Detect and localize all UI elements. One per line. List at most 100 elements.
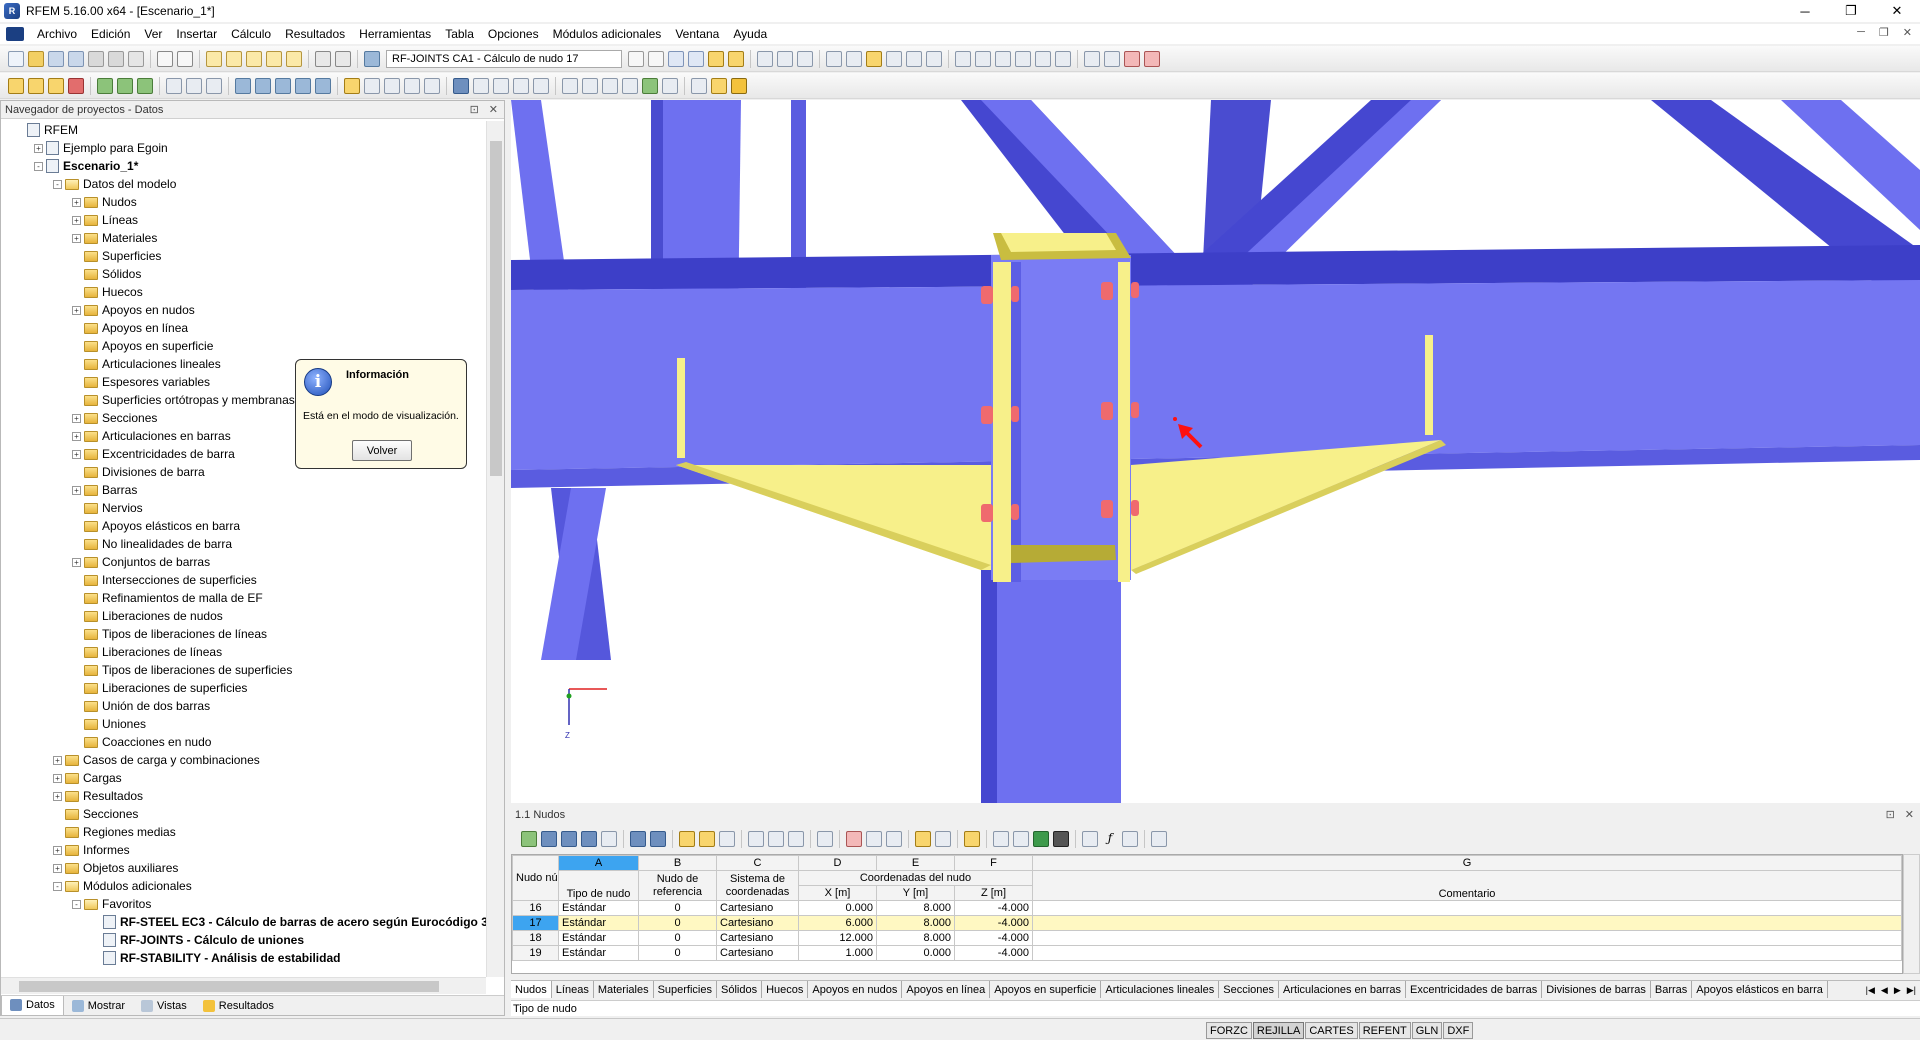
tree-item[interactable]: + Conjuntos de barras (1, 553, 486, 571)
status-toggle-button[interactable]: REFENT (1358, 1022, 1411, 1039)
tool-icon-3[interactable] (995, 50, 1011, 67)
tree-item[interactable]: Superficies (1, 247, 486, 265)
view-icon-2[interactable] (777, 50, 793, 67)
table-column-icon[interactable] (915, 831, 931, 847)
view-icon-1[interactable] (757, 50, 773, 67)
panel-icon[interactable] (315, 50, 331, 67)
table-tab[interactable]: Articulaciones en barras (1279, 981, 1407, 998)
model-icon-3[interactable] (886, 50, 902, 67)
tree-item[interactable]: RF-STABILITY - Análisis de estabilidad (1, 949, 486, 967)
table-print-icon[interactable] (993, 831, 1009, 847)
menu-resultados[interactable]: Resultados (278, 27, 352, 41)
show-results-icon[interactable] (708, 50, 724, 67)
line-icon[interactable] (28, 77, 44, 94)
table-row[interactable]: 17 Estándar 0 Cartesiano 6.000 8.000 -4.000 (512, 915, 1902, 931)
tree-item[interactable]: RFEM (1, 121, 486, 139)
column-letter-b[interactable]: B (638, 855, 717, 871)
cell-x[interactable]: 6.000 (798, 915, 877, 931)
table-fx-icon[interactable] (1122, 831, 1138, 847)
module-case-select[interactable]: RF-JOINTS CA1 - Cálculo de nudo 17 (386, 49, 622, 68)
collapse-icon[interactable]: - (34, 161, 43, 171)
misc-icon-5[interactable] (642, 77, 658, 94)
cell-ref[interactable]: 0 (638, 945, 717, 961)
table-tab[interactable]: Apoyos en línea (902, 981, 991, 998)
tree-item[interactable]: Apoyos elásticos en barra (1, 517, 486, 535)
model-icon-1[interactable] (826, 50, 842, 67)
tree-item[interactable]: - Escenario_1* (1, 157, 486, 175)
table-tab[interactable]: Apoyos en superficie (990, 981, 1102, 998)
menu-edicion[interactable]: Edición (84, 27, 137, 41)
tool-icon-7[interactable] (1084, 50, 1100, 67)
cell-y[interactable]: 0.000 (876, 945, 955, 961)
tree-item[interactable]: + Líneas (1, 211, 486, 229)
cell-sys[interactable]: Cartesiano (716, 915, 799, 931)
tree-item[interactable]: + Cargas (1, 769, 486, 787)
expand-icon[interactable]: + (53, 863, 62, 873)
table-view-icon[interactable] (601, 831, 617, 847)
redo-icon[interactable] (177, 50, 193, 67)
mdi-minimize-button[interactable]: ─ (1857, 26, 1865, 39)
tree-item[interactable]: + Ejemplo para Egoin (1, 139, 486, 157)
cell-y[interactable]: 8.000 (876, 900, 955, 916)
tree-item[interactable]: Secciones (1, 805, 486, 823)
excel-icon[interactable] (1033, 831, 1049, 847)
lock-icon[interactable] (1151, 831, 1167, 847)
cell-comment[interactable] (1032, 945, 1902, 961)
tree-item[interactable]: - Favoritos (1, 895, 486, 913)
mdi-close-button[interactable]: ✕ (1903, 26, 1912, 39)
tree-item[interactable]: No linealidades de barra (1, 535, 486, 553)
tool-icon-2[interactable] (975, 50, 991, 67)
menu-ayuda[interactable]: Ayuda (726, 27, 774, 41)
line-support-icon[interactable] (117, 77, 133, 94)
table-tab[interactable]: Articulaciones lineales (1101, 981, 1220, 998)
table-tab[interactable]: Apoyos elásticos en barra (1692, 981, 1828, 998)
tab-next-icon[interactable]: ▶ (1894, 985, 1901, 996)
menu-ver[interactable]: Ver (137, 27, 169, 41)
save-icon[interactable] (68, 50, 84, 67)
table-format-icon[interactable] (1082, 831, 1098, 847)
joint-3d-render[interactable]: Z (511, 100, 1920, 803)
table-calc-icon[interactable] (1053, 831, 1069, 847)
expand-icon[interactable]: + (72, 215, 81, 225)
table-export-icon[interactable] (581, 831, 597, 847)
tab-prev-icon[interactable]: ◀ (1881, 985, 1888, 996)
status-toggle-button[interactable]: GLN (1411, 1022, 1443, 1039)
cell-sys[interactable]: Cartesiano (716, 945, 799, 961)
tree-item[interactable]: Sólidos (1, 265, 486, 283)
tree-item[interactable]: + Barras (1, 481, 486, 499)
cell-z[interactable]: -4.000 (954, 930, 1033, 946)
column-letter-g[interactable]: G (1032, 855, 1902, 871)
table-edit-icon[interactable] (964, 831, 980, 847)
calculate-icon[interactable] (668, 50, 684, 67)
expand-icon[interactable]: + (72, 305, 81, 315)
table-tab[interactable]: Apoyos en nudos (808, 981, 903, 998)
module-icon[interactable] (364, 50, 380, 67)
opening-icon[interactable] (295, 77, 311, 94)
tree-item[interactable]: Liberaciones de superficies (1, 679, 486, 697)
tree-item[interactable]: + Objetos auxiliares (1, 859, 486, 877)
misc-icon-8[interactable] (711, 77, 727, 94)
column-letter-e[interactable]: E (876, 855, 955, 871)
status-toggle-button[interactable]: DXF (1443, 1022, 1474, 1039)
tab-first-icon[interactable]: |◀ (1866, 985, 1875, 996)
cell-no[interactable]: 19 (512, 945, 559, 961)
table-clear-icon[interactable] (817, 831, 833, 847)
cell-x[interactable]: 1.000 (798, 945, 877, 961)
rfem-logo-icon[interactable]: R (4, 3, 20, 19)
tool-icon-5[interactable] (1035, 50, 1051, 67)
display-icon-3[interactable] (384, 77, 400, 94)
tree-item[interactable]: + Informes (1, 841, 486, 859)
tables-icon[interactable] (286, 50, 302, 67)
expand-icon[interactable]: + (72, 557, 81, 567)
new-file-icon[interactable] (8, 50, 24, 67)
table-row[interactable]: 19 Estándar 0 Cartesiano 1.000 0.000 -4.000 (512, 945, 1902, 961)
tree-item[interactable]: + Nudos (1, 193, 486, 211)
table-sort-icon[interactable] (541, 831, 557, 847)
load-icon[interactable] (166, 77, 182, 94)
tool-icon-8[interactable] (1104, 50, 1120, 67)
expand-icon[interactable]: + (72, 197, 81, 207)
open-file-icon[interactable] (28, 50, 44, 67)
table-tab[interactable]: Huecos (762, 981, 809, 998)
display-icon-4[interactable] (404, 77, 420, 94)
node-marker[interactable] (1173, 417, 1177, 421)
